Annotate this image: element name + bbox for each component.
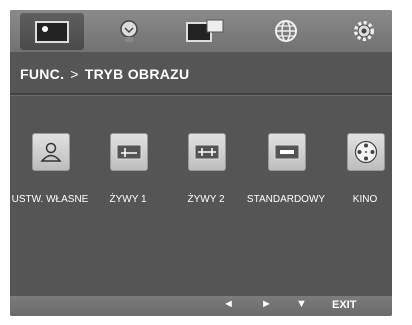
tab-pip[interactable] <box>174 14 238 48</box>
lightbulb-icon <box>120 20 138 42</box>
osd-menu: FUNC. > TRYB OBRAZU USTW. WŁASNE ŻYWY 1 ŻY… <box>10 10 392 316</box>
mode-label-custom: USTW. WŁASNE <box>11 194 89 205</box>
person-icon <box>40 142 62 162</box>
mode-label-vivid2: ŻYWY 2 <box>187 194 225 205</box>
pip-icon <box>186 19 224 42</box>
mode-button-vivid2[interactable] <box>188 133 226 171</box>
breadcrumb: FUNC. > TRYB OBRAZU <box>20 66 195 82</box>
exit-button[interactable]: EXIT <box>332 299 356 311</box>
gear-icon <box>354 21 374 41</box>
vivid2-icon <box>194 144 220 160</box>
film-reel-icon <box>354 140 378 164</box>
breadcrumb-current: TRYB OBRAZU <box>84 66 190 82</box>
menu-tab-bar <box>10 10 392 52</box>
tab-lightbulb[interactable] <box>97 14 161 48</box>
tab-picture[interactable] <box>20 13 84 50</box>
mode-button-standard[interactable] <box>268 133 306 171</box>
left-arrow-button[interactable]: ◄ <box>223 298 234 310</box>
footer-bar: ◄ ► ▼ EXIT <box>10 296 392 316</box>
tab-settings[interactable] <box>332 14 392 48</box>
mode-label-cinema: KINO <box>352 194 378 205</box>
picture-icon <box>35 20 69 43</box>
breadcrumb-separator: > <box>70 66 79 82</box>
globe-icon <box>275 20 297 42</box>
breadcrumb-parent: FUNC. <box>20 66 65 82</box>
mode-button-vivid1[interactable] <box>110 133 148 171</box>
mode-label-standard: STANDARDOWY <box>246 194 326 205</box>
mode-button-custom[interactable] <box>32 133 70 171</box>
header-divider <box>10 93 392 96</box>
vivid1-icon <box>116 144 142 160</box>
standard-icon <box>274 144 300 160</box>
mode-label-vivid1: ŻYWY 1 <box>109 194 147 205</box>
tab-globe[interactable] <box>254 14 318 48</box>
right-arrow-button[interactable]: ► <box>261 298 272 310</box>
mode-button-cinema[interactable] <box>347 133 385 171</box>
down-arrow-button[interactable]: ▼ <box>296 298 307 310</box>
